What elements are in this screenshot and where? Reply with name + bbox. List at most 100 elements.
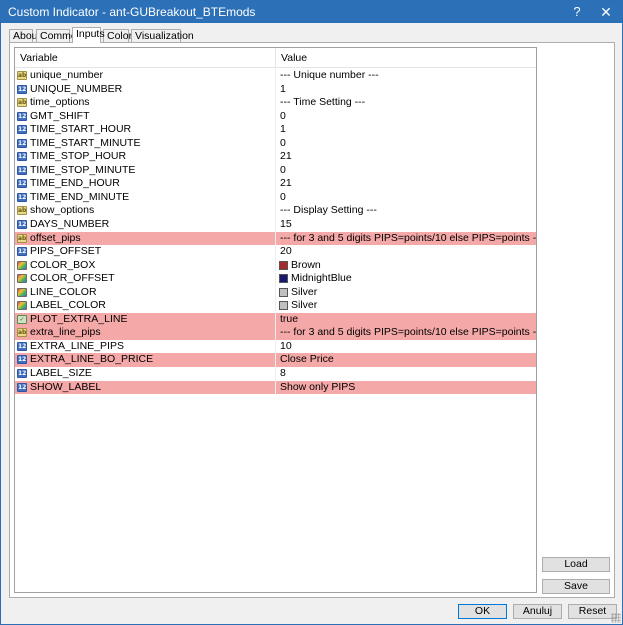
variable-cell: 123TIME_START_HOUR	[15, 123, 276, 137]
value-cell[interactable]: 0	[276, 110, 536, 124]
resize-grip-icon[interactable]	[611, 613, 621, 623]
table-row[interactable]: ab extra_line_pips --- for 3 and 5 digits …	[15, 326, 536, 340]
help-button[interactable]: ?	[563, 1, 591, 23]
tab-colors[interactable]: Colors	[103, 29, 137, 43]
value-cell[interactable]: --- Time Setting ---	[276, 96, 536, 110]
value-text: 1	[280, 82, 286, 95]
table-row[interactable]: 123EXTRA_LINE_BO_PRICE Close Price	[15, 353, 536, 368]
column-header-variable[interactable]: Variable	[15, 48, 276, 68]
table-row[interactable]: ab offset_pips --- for 3 and 5 digits PIPS…	[15, 231, 536, 246]
variable-name: LABEL_COLOR	[30, 299, 106, 312]
value-text: Brown	[291, 258, 321, 271]
value-cell[interactable]: 8	[276, 367, 536, 381]
inputs-panel: Variable Value ab unique_number --- Unique…	[9, 42, 615, 598]
value-cell[interactable]: 0	[276, 191, 536, 205]
value-cell[interactable]: --- for 3 and 5 digits PIPS=points/10 el…	[276, 326, 536, 340]
table-row[interactable]: ✓ PLOT_EXTRA_LINE true	[15, 312, 536, 327]
value-cell[interactable]: 0	[276, 137, 536, 151]
table-row[interactable]: ab show_options --- Display Setting ---	[15, 204, 536, 219]
value-cell[interactable]: 1	[276, 83, 536, 97]
tab-visualization[interactable]: Visualization	[131, 29, 194, 43]
table-row[interactable]: 123UNIQUE_NUMBER 1	[15, 82, 536, 97]
tab-about[interactable]: About	[9, 29, 40, 43]
table-row[interactable]: COLOR_OFFSET MidnightBlue	[15, 272, 536, 286]
table-row[interactable]: 123PIPS_OFFSET 20	[15, 245, 536, 259]
value-text: 20	[280, 245, 292, 258]
title-bar[interactable]: Custom Indicator - ant-GUBreakout_BTEmod…	[1, 1, 622, 23]
table-row[interactable]: ab time_options --- Time Setting ---	[15, 96, 536, 110]
value-cell[interactable]: 21	[276, 150, 536, 164]
integer-type-icon: 123	[17, 84, 27, 94]
value-cell[interactable]: true	[276, 313, 536, 327]
value-cell[interactable]: 1	[276, 123, 536, 137]
variable-name: TIME_START_HOUR	[30, 123, 132, 136]
variable-name: TIME_END_MINUTE	[30, 190, 130, 203]
value-cell[interactable]: 21	[276, 177, 536, 191]
value-cell[interactable]: 20	[276, 245, 536, 259]
variable-cell: 123TIME_END_HOUR	[15, 177, 276, 191]
table-row[interactable]: 123SHOW_LABEL Show only PIPS	[15, 380, 536, 395]
table-row[interactable]: 123TIME_START_HOUR 1	[15, 123, 536, 137]
variable-name: GMT_SHIFT	[30, 109, 90, 122]
value-cell[interactable]: 15	[276, 218, 536, 232]
variable-name: offset_pips	[30, 231, 81, 244]
table-row[interactable]: LABEL_COLOR Silver	[15, 299, 536, 313]
value-cell[interactable]: --- Unique number ---	[276, 69, 536, 83]
value-text: --- for 3 and 5 digits PIPS=points/10 el…	[280, 326, 536, 339]
value-cell[interactable]: 0	[276, 164, 536, 178]
value-text: MidnightBlue	[291, 272, 352, 285]
tab-common[interactable]: Common	[36, 29, 83, 43]
table-row[interactable]: COLOR_BOX Brown	[15, 258, 536, 273]
value-cell[interactable]: Silver	[276, 299, 536, 313]
table-row[interactable]: 123TIME_STOP_MINUTE 0	[15, 163, 536, 178]
variable-name: EXTRA_LINE_PIPS	[30, 339, 124, 352]
value-cell[interactable]: 10	[276, 340, 536, 354]
table-row[interactable]: ab unique_number --- Unique number ---	[15, 69, 536, 83]
variable-cell: ab unique_number	[15, 69, 276, 83]
table-row[interactable]: 123EXTRA_LINE_PIPS 10	[15, 339, 536, 354]
color-swatch	[279, 287, 288, 297]
integer-type-icon: 123	[17, 152, 27, 162]
string-type-icon: ab	[17, 206, 27, 216]
load-button[interactable]: Load	[542, 557, 610, 572]
table-row[interactable]: 123TIME_STOP_HOUR 21	[15, 150, 536, 164]
value-text: 8	[280, 367, 286, 380]
window-title: Custom Indicator - ant-GUBreakout_BTEmod…	[8, 5, 256, 19]
reset-button[interactable]: Reset	[568, 604, 617, 619]
variable-name: unique_number	[30, 69, 103, 81]
integer-type-icon: 123	[17, 382, 27, 392]
inputs-grid: Variable Value ab unique_number --- Unique…	[14, 47, 537, 593]
color-swatch	[279, 260, 288, 270]
ok-button[interactable]: OK	[458, 604, 507, 619]
cancel-button[interactable]: Anuluj	[513, 604, 562, 619]
value-cell[interactable]: Silver	[276, 286, 536, 300]
save-button[interactable]: Save	[542, 579, 610, 594]
tab-inputs[interactable]: Inputs	[72, 27, 105, 43]
column-header-value[interactable]: Value	[276, 48, 536, 68]
variable-name: DAYS_NUMBER	[30, 218, 110, 231]
value-cell[interactable]: MidnightBlue	[276, 272, 536, 286]
value-text: Silver	[291, 299, 318, 312]
table-row[interactable]: 123TIME_END_HOUR 21	[15, 177, 536, 191]
string-type-icon: ab	[17, 233, 27, 243]
close-button[interactable]: ✕	[592, 1, 620, 23]
table-row[interactable]: 123DAYS_NUMBER 15	[15, 218, 536, 232]
table-row[interactable]: 123TIME_END_MINUTE 0	[15, 190, 536, 205]
table-row[interactable]: LINE_COLOR Silver	[15, 285, 536, 300]
variable-name: show_options	[30, 204, 95, 217]
boolean-type-icon: ✓	[17, 314, 27, 324]
table-row[interactable]: 123TIME_START_MINUTE 0	[15, 136, 536, 151]
variable-cell: 123DAYS_NUMBER	[15, 218, 276, 232]
variable-cell: LABEL_COLOR	[15, 299, 276, 313]
value-cell[interactable]: Close Price	[276, 353, 536, 367]
value-cell[interactable]: --- Display Setting ---	[276, 204, 536, 218]
value-cell[interactable]: Brown	[276, 259, 536, 273]
table-row[interactable]: 123LABEL_SIZE 8	[15, 367, 536, 381]
value-cell[interactable]: Show only PIPS	[276, 381, 536, 395]
variable-cell: ab time_options	[15, 96, 276, 110]
integer-type-icon: 123	[17, 138, 27, 148]
value-text: 0	[280, 136, 286, 149]
value-cell[interactable]: --- for 3 and 5 digits PIPS=points/10 el…	[276, 232, 536, 246]
variable-cell: 123PIPS_OFFSET	[15, 245, 276, 259]
table-row[interactable]: 123GMT_SHIFT 0	[15, 109, 536, 124]
